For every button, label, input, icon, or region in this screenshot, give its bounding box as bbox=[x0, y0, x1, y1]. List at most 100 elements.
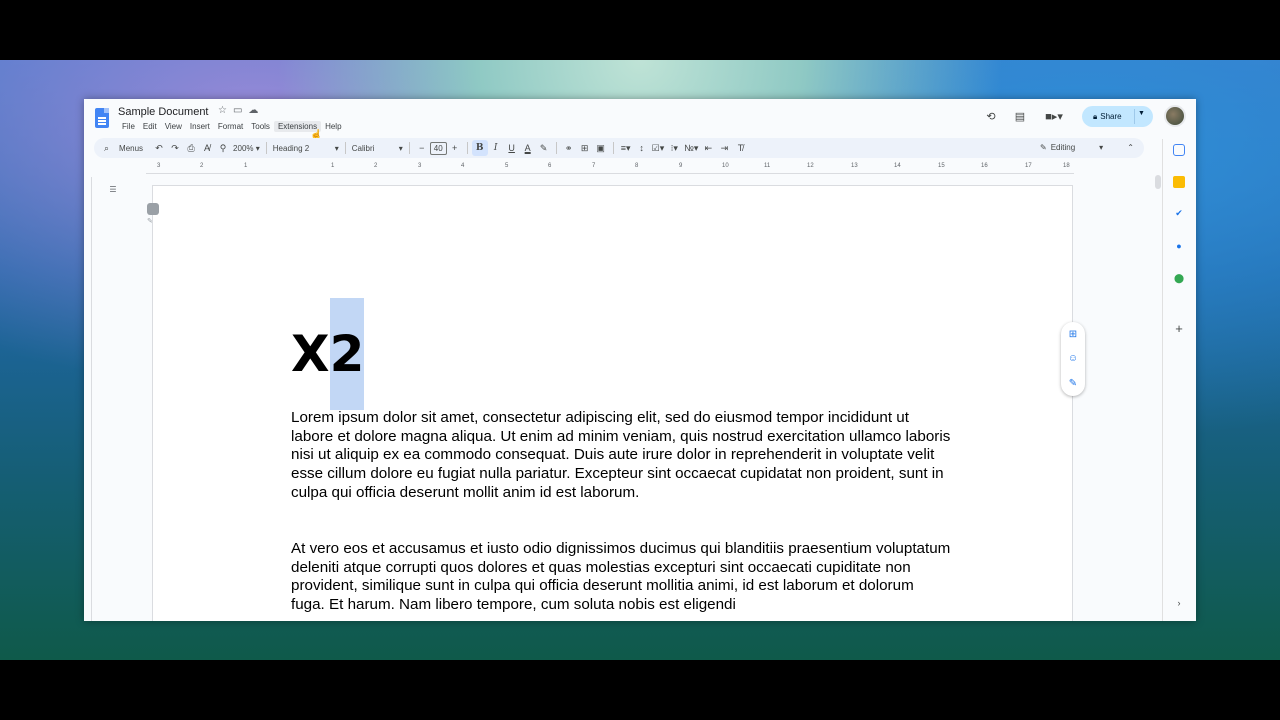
share-button[interactable]: 🔒︎ Share ▼ bbox=[1082, 106, 1153, 127]
keep-icon[interactable] bbox=[1173, 176, 1185, 188]
bulleted-list-icon[interactable]: ⁝▾ bbox=[666, 140, 682, 156]
version-history-icon[interactable]: ⟲ bbox=[982, 107, 1000, 125]
heading-text[interactable]: X2 bbox=[291, 298, 365, 410]
horizontal-ruler[interactable]: 3 2 1 1 2 3 4 5 6 7 8 9 10 11 12 13 14 1… bbox=[146, 163, 1074, 175]
undo-icon[interactable]: ↶ bbox=[151, 140, 167, 156]
document-title[interactable]: Sample Document bbox=[118, 106, 209, 118]
share-divider bbox=[1134, 109, 1135, 124]
tasks-icon[interactable]: ✔ bbox=[1173, 207, 1185, 219]
toolbar-divider bbox=[265, 142, 267, 154]
ruler-label: 4 bbox=[461, 163, 465, 169]
editing-mode-select[interactable]: ✎ Editing ▾ ⌃ bbox=[1040, 143, 1134, 152]
font-value: Calibri bbox=[351, 143, 375, 153]
ruler-label: 11 bbox=[764, 163, 771, 169]
line-spacing-icon[interactable]: ↕ bbox=[634, 140, 650, 156]
account-avatar[interactable] bbox=[1164, 105, 1186, 127]
ruler-label: 13 bbox=[851, 163, 858, 169]
font-select[interactable]: Calibri ▾ bbox=[350, 140, 405, 156]
menu-tools[interactable]: Tools bbox=[247, 121, 274, 132]
share-dropdown-icon[interactable]: ▼ bbox=[1138, 110, 1145, 117]
maps-icon[interactable]: ⬤ bbox=[1173, 272, 1185, 284]
ruler-label: 3 bbox=[157, 163, 161, 169]
add-comment-icon[interactable]: ⊞ bbox=[577, 140, 593, 156]
increase-indent-icon[interactable]: ⇥ bbox=[716, 140, 732, 156]
docs-logo-icon[interactable] bbox=[95, 108, 109, 128]
menu-edit[interactable]: Edit bbox=[139, 121, 161, 132]
paint-format-icon[interactable]: ⚲ bbox=[215, 140, 231, 156]
decrease-font-size-icon[interactable]: − bbox=[414, 140, 430, 156]
calendar-icon[interactable] bbox=[1173, 144, 1185, 156]
add-comment-float-icon[interactable]: ⊞ bbox=[1069, 329, 1077, 340]
paragraph-1[interactable]: Lorem ipsum dolor sit amet, consectetur … bbox=[291, 409, 951, 503]
zoom-select[interactable]: 200% ▾ bbox=[231, 140, 262, 156]
italic-icon[interactable]: I bbox=[488, 140, 504, 156]
contacts-icon[interactable]: ● bbox=[1173, 240, 1185, 252]
highlight-icon[interactable]: ✎ bbox=[536, 140, 552, 156]
pencil-icon: ✎ bbox=[1040, 143, 1047, 152]
ruler-label: 15 bbox=[938, 163, 945, 169]
paragraph-2[interactable]: At vero eos et accusamus et iusto odio d… bbox=[291, 540, 951, 615]
move-folder-icon[interactable]: ▭ bbox=[233, 105, 242, 116]
search-menus[interactable]: Menus bbox=[111, 140, 151, 156]
underline-icon[interactable]: U bbox=[504, 140, 520, 156]
insert-link-icon[interactable]: ⚭ bbox=[561, 140, 577, 156]
toolbar-divider bbox=[344, 142, 346, 154]
ruler-label: 12 bbox=[807, 163, 814, 169]
star-icon[interactable]: ☆ bbox=[218, 105, 227, 116]
meet-icon[interactable]: ■▸▾ bbox=[1041, 107, 1067, 125]
decrease-indent-icon[interactable]: ⇤ bbox=[700, 140, 716, 156]
insert-image-icon[interactable]: ▣ bbox=[593, 140, 609, 156]
zoom-value: 200% bbox=[233, 143, 254, 153]
document-outline-icon[interactable]: ☰ bbox=[106, 185, 120, 199]
align-icon[interactable]: ≡▾ bbox=[618, 140, 634, 156]
checklist-icon[interactable]: ☑▾ bbox=[650, 140, 667, 156]
toolbar-divider bbox=[466, 142, 468, 154]
ruler-label: 6 bbox=[548, 163, 552, 169]
lock-icon: 🔒︎ bbox=[1093, 111, 1098, 121]
ruler-label: 10 bbox=[722, 163, 729, 169]
ruler-label: 9 bbox=[679, 163, 683, 169]
ruler-label: 17 bbox=[1025, 163, 1032, 169]
ruler-label: 18 bbox=[1063, 163, 1070, 169]
show-side-panel-icon[interactable]: › bbox=[1173, 597, 1185, 609]
menu-insert[interactable]: Insert bbox=[186, 121, 214, 132]
ruler-label: 8 bbox=[635, 163, 639, 169]
text-color-icon[interactable]: A bbox=[520, 140, 536, 156]
style-value: Heading 2 bbox=[272, 143, 310, 153]
menu-help[interactable]: Help bbox=[321, 121, 345, 132]
letterbox-top bbox=[0, 0, 1280, 60]
spellcheck-icon[interactable]: A̸ bbox=[199, 140, 215, 156]
hide-menus-icon[interactable]: ⌃ bbox=[1127, 143, 1134, 152]
suggest-edits-icon[interactable]: ✎ bbox=[1069, 378, 1077, 389]
comments-icon[interactable]: ▤ bbox=[1011, 107, 1029, 125]
vertical-ruler[interactable] bbox=[84, 177, 92, 621]
floating-actions: ⊞ ☺ ✎ bbox=[1061, 322, 1085, 396]
editing-mode-label: Editing bbox=[1050, 143, 1076, 152]
cloud-status-icon[interactable]: ☁ bbox=[248, 105, 258, 116]
search-icon[interactable]: ⌕ bbox=[94, 140, 111, 156]
edit-margin-icon[interactable]: ✎ bbox=[147, 217, 159, 229]
toolbar-divider bbox=[612, 142, 614, 154]
heading-plain: X bbox=[291, 325, 330, 383]
menu-format[interactable]: Format bbox=[214, 121, 247, 132]
add-on-plus-icon[interactable]: + bbox=[1173, 322, 1185, 335]
selected-text: 2 bbox=[329, 298, 365, 410]
numbered-list-icon[interactable]: №▾ bbox=[682, 140, 700, 156]
comment-margin-icon[interactable] bbox=[147, 203, 159, 215]
emoji-reaction-icon[interactable]: ☺ bbox=[1068, 353, 1078, 364]
bold-icon[interactable]: B bbox=[471, 140, 488, 156]
increase-font-size-icon[interactable]: + bbox=[447, 140, 463, 156]
toolbar-divider bbox=[408, 142, 410, 154]
menu-file[interactable]: File bbox=[118, 121, 139, 132]
font-size-input[interactable]: 40 bbox=[429, 141, 447, 155]
menu-view[interactable]: View bbox=[161, 121, 186, 132]
header-actions: ⟲ ▤ ■▸▾ bbox=[982, 107, 1067, 125]
letterbox-bottom bbox=[0, 660, 1280, 720]
ruler-label: 1 bbox=[331, 163, 335, 169]
print-icon[interactable]: ⎙ bbox=[183, 140, 199, 156]
style-select[interactable]: Heading 2 ▾ bbox=[271, 140, 341, 156]
clear-formatting-icon[interactable]: T̸ bbox=[732, 140, 748, 156]
margin-icons: ✎ bbox=[146, 203, 160, 229]
scrollbar-thumb[interactable] bbox=[1155, 175, 1161, 189]
redo-icon[interactable]: ↷ bbox=[167, 140, 183, 156]
